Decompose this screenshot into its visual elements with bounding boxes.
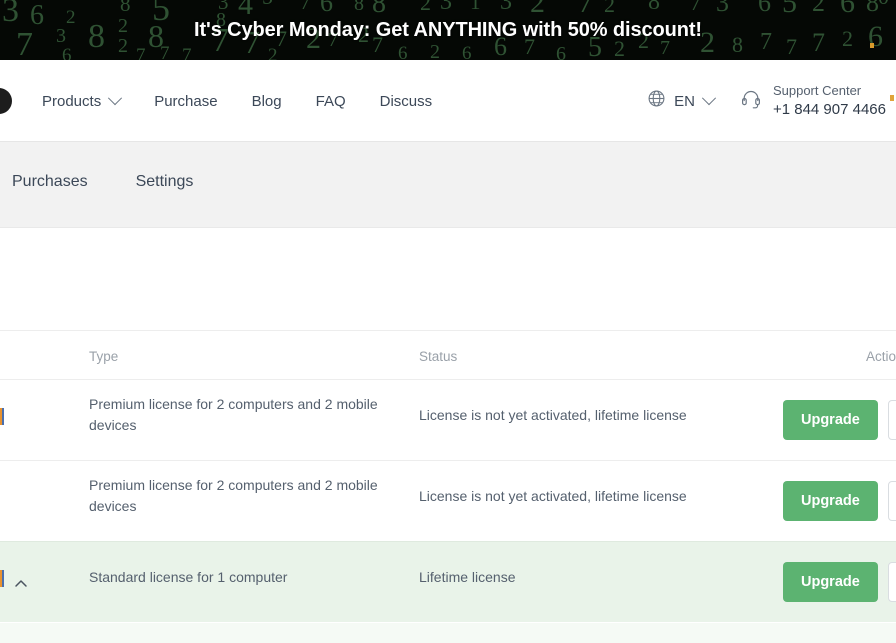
upgrade-button[interactable]: Upgrade <box>783 400 878 440</box>
promo-banner[interactable]: 3 6 2 7 3 6 8 2 2 5 8 8 7 7 7 3 8 4 5 7 … <box>0 0 896 60</box>
license-status-cell: Lifetime license <box>419 569 516 585</box>
chevron-down-icon <box>701 91 717 106</box>
support-center-block[interactable]: Support Center +1 844 907 4466 <box>740 82 886 119</box>
nav-link-purchase[interactable]: Purchase <box>137 93 234 110</box>
tab-list: Purchases Settings <box>0 142 217 222</box>
tab-settings[interactable]: Settings <box>112 173 218 191</box>
account-tab-bar: Purchases Settings <box>0 142 896 228</box>
globe-icon <box>648 90 665 112</box>
license-type-cell: Premium license for 2 computers and 2 mo… <box>89 396 378 433</box>
table-row[interactable]: Premium license for 2 computers and 2 mo… <box>0 460 896 541</box>
column-header-actions: Actions <box>866 349 896 364</box>
purchases-content: Type Status Actions Premium license for … <box>0 228 896 643</box>
row-actions-cell: Upgrade <box>783 481 896 521</box>
column-header-status: Status <box>419 349 458 364</box>
secondary-action-button-clipped[interactable] <box>887 400 896 440</box>
license-type-cell: Standard license for 1 computer <box>89 569 288 585</box>
language-code: EN <box>674 92 695 110</box>
table-row[interactable]: Premium license for 2 computers and 2 mo… <box>0 379 896 460</box>
secondary-action-button-clipped[interactable] <box>887 481 896 521</box>
license-status-cell: License is not yet activated, lifetime l… <box>419 488 687 504</box>
main-navigation: Products Purchase Blog FAQ Discuss EN Su… <box>0 60 896 142</box>
row-status-indicator-clipped <box>0 570 4 587</box>
license-status-cell: License is not yet activated, lifetime l… <box>419 407 687 423</box>
license-table-header: Type Status Actions <box>0 330 896 379</box>
secondary-action-button-clipped[interactable] <box>887 562 896 602</box>
nav-links: Products Purchase Blog FAQ Discuss <box>42 60 449 142</box>
nav-link-label: Purchase <box>154 92 218 110</box>
support-phone-number: +1 844 907 4466 <box>772 100 886 118</box>
page-root: 3 6 2 7 3 6 8 2 2 5 8 8 7 7 7 3 8 4 5 7 … <box>0 0 896 643</box>
row-actions-cell: Upgrade <box>783 562 896 602</box>
upgrade-button[interactable]: Upgrade <box>783 562 878 602</box>
chevron-down-icon <box>108 91 123 106</box>
nav-link-label: FAQ <box>315 92 346 110</box>
row-actions-cell: Upgrade <box>783 400 896 440</box>
support-center-title: Support Center <box>772 83 862 99</box>
nav-right-section: EN Support Center +1 844 907 4466 <box>648 60 896 142</box>
table-row[interactable]: Standard license for 1 computer Lifetime… <box>0 541 896 622</box>
nav-link-label: Discuss <box>379 92 433 110</box>
nav-link-products[interactable]: Products <box>42 91 137 110</box>
chevron-up-icon[interactable] <box>12 575 30 593</box>
support-text: Support Center +1 844 907 4466 <box>773 82 886 119</box>
language-selector[interactable]: EN <box>648 90 717 112</box>
row-status-indicator-clipped <box>0 408 4 425</box>
license-table-body: Premium license for 2 computers and 2 mo… <box>0 379 896 622</box>
nav-edge-clipped-element <box>890 95 894 101</box>
upgrade-button[interactable]: Upgrade <box>783 481 878 521</box>
column-header-type: Type <box>89 349 119 364</box>
expanded-row-detail-panel <box>0 623 896 643</box>
tab-purchases[interactable]: Purchases <box>0 173 112 191</box>
nav-link-discuss[interactable]: Discuss <box>363 93 450 110</box>
nav-link-label: Products <box>42 92 102 110</box>
tab-label: Purchases <box>12 173 88 190</box>
promo-banner-text: It's Cyber Monday: Get ANYTHING with 50%… <box>194 18 702 41</box>
nav-link-faq[interactable]: FAQ <box>299 93 363 110</box>
promo-accent-dot <box>870 43 874 48</box>
nav-link-blog[interactable]: Blog <box>235 93 299 110</box>
headset-icon <box>740 88 762 115</box>
site-logo-icon[interactable] <box>0 88 12 114</box>
nav-link-label: Blog <box>251 92 282 110</box>
license-type-cell: Premium license for 2 computers and 2 mo… <box>89 477 378 514</box>
tab-label: Settings <box>135 173 194 190</box>
